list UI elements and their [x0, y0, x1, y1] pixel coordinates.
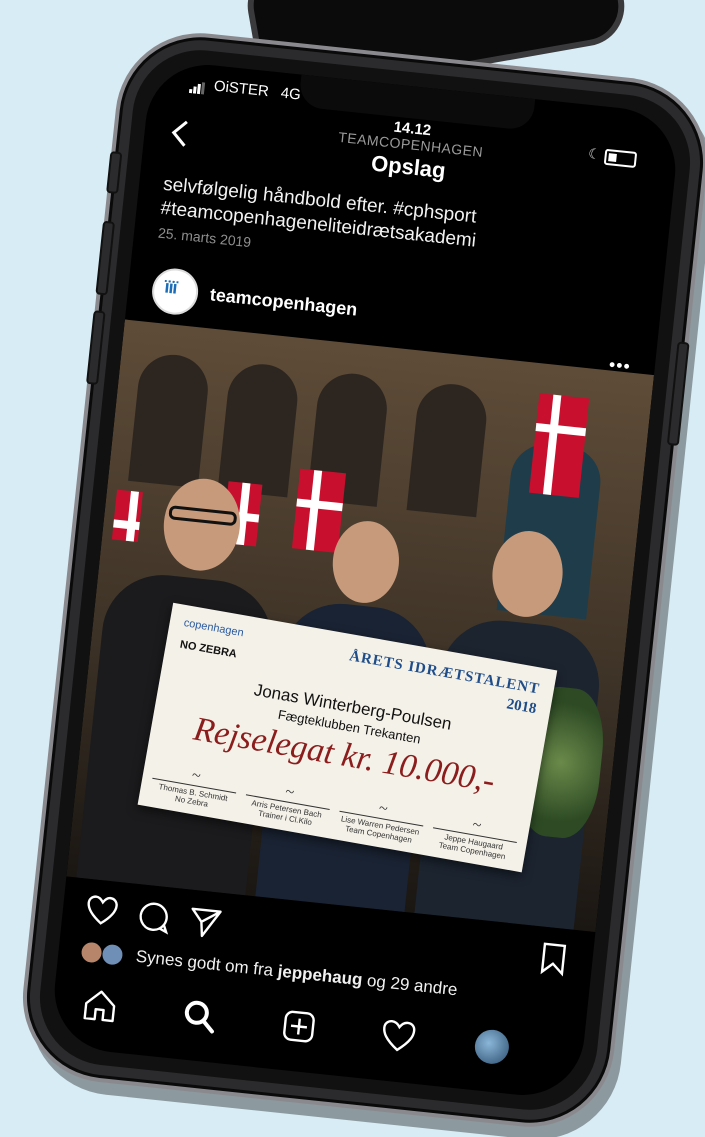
comment-icon[interactable]	[135, 898, 172, 935]
phone-frame: OiSTER 4G 14.12 ☾ TEAMCOPENHAGEN Opslag …	[22, 32, 705, 1128]
cheque-sponsor: NO ZEBRA	[178, 638, 238, 661]
post-photo[interactable]: copenhagen NO ZEBRA ÅRETS IDRÆTSTALENT 2…	[66, 319, 655, 933]
post-username[interactable]: teamcopenhagen	[209, 284, 358, 320]
bookmark-icon[interactable]	[535, 940, 572, 977]
likes-prefix: Synes godt om fra	[134, 946, 279, 981]
signature: ~ Arris Petersen Bach Trainer i Cl.Kilo	[242, 776, 333, 830]
cheque-year: 2018	[505, 696, 538, 718]
likes-suffix: og 29 andre	[361, 970, 459, 1000]
home-icon[interactable]	[79, 985, 121, 1027]
liker-avatar	[100, 942, 125, 967]
screen: OiSTER 4G 14.12 ☾ TEAMCOPENHAGEN Opslag …	[48, 58, 682, 1102]
volume-down-button	[85, 310, 106, 386]
add-post-icon[interactable]	[278, 1006, 320, 1048]
signature: ~ Thomas B. Schmidt No Zebra	[149, 760, 240, 813]
cheque-logo: copenhagen	[182, 616, 245, 640]
search-icon[interactable]	[179, 995, 221, 1037]
send-icon[interactable]	[187, 904, 224, 941]
account-avatar[interactable]: ïïï	[149, 266, 201, 317]
profile-avatar[interactable]	[473, 1028, 511, 1066]
volume-up-button	[95, 220, 116, 296]
signature: ~ Jeppe Haugaard Team Copenhagen	[429, 809, 520, 863]
liker-avatar	[79, 940, 104, 965]
carrier-label: OiSTER	[213, 77, 270, 101]
mute-switch	[106, 151, 123, 195]
signature: ~ Lise Warren Pedersen Team Copenhagen	[336, 793, 427, 846]
power-button	[666, 341, 690, 447]
heart-icon[interactable]	[83, 893, 120, 930]
activity-heart-icon[interactable]	[378, 1016, 420, 1058]
danish-flag	[111, 489, 143, 543]
network-label: 4G	[279, 84, 302, 104]
danish-flag	[529, 393, 590, 498]
likes-user[interactable]: jeppehaug	[277, 962, 364, 990]
signal-icon	[188, 76, 207, 95]
